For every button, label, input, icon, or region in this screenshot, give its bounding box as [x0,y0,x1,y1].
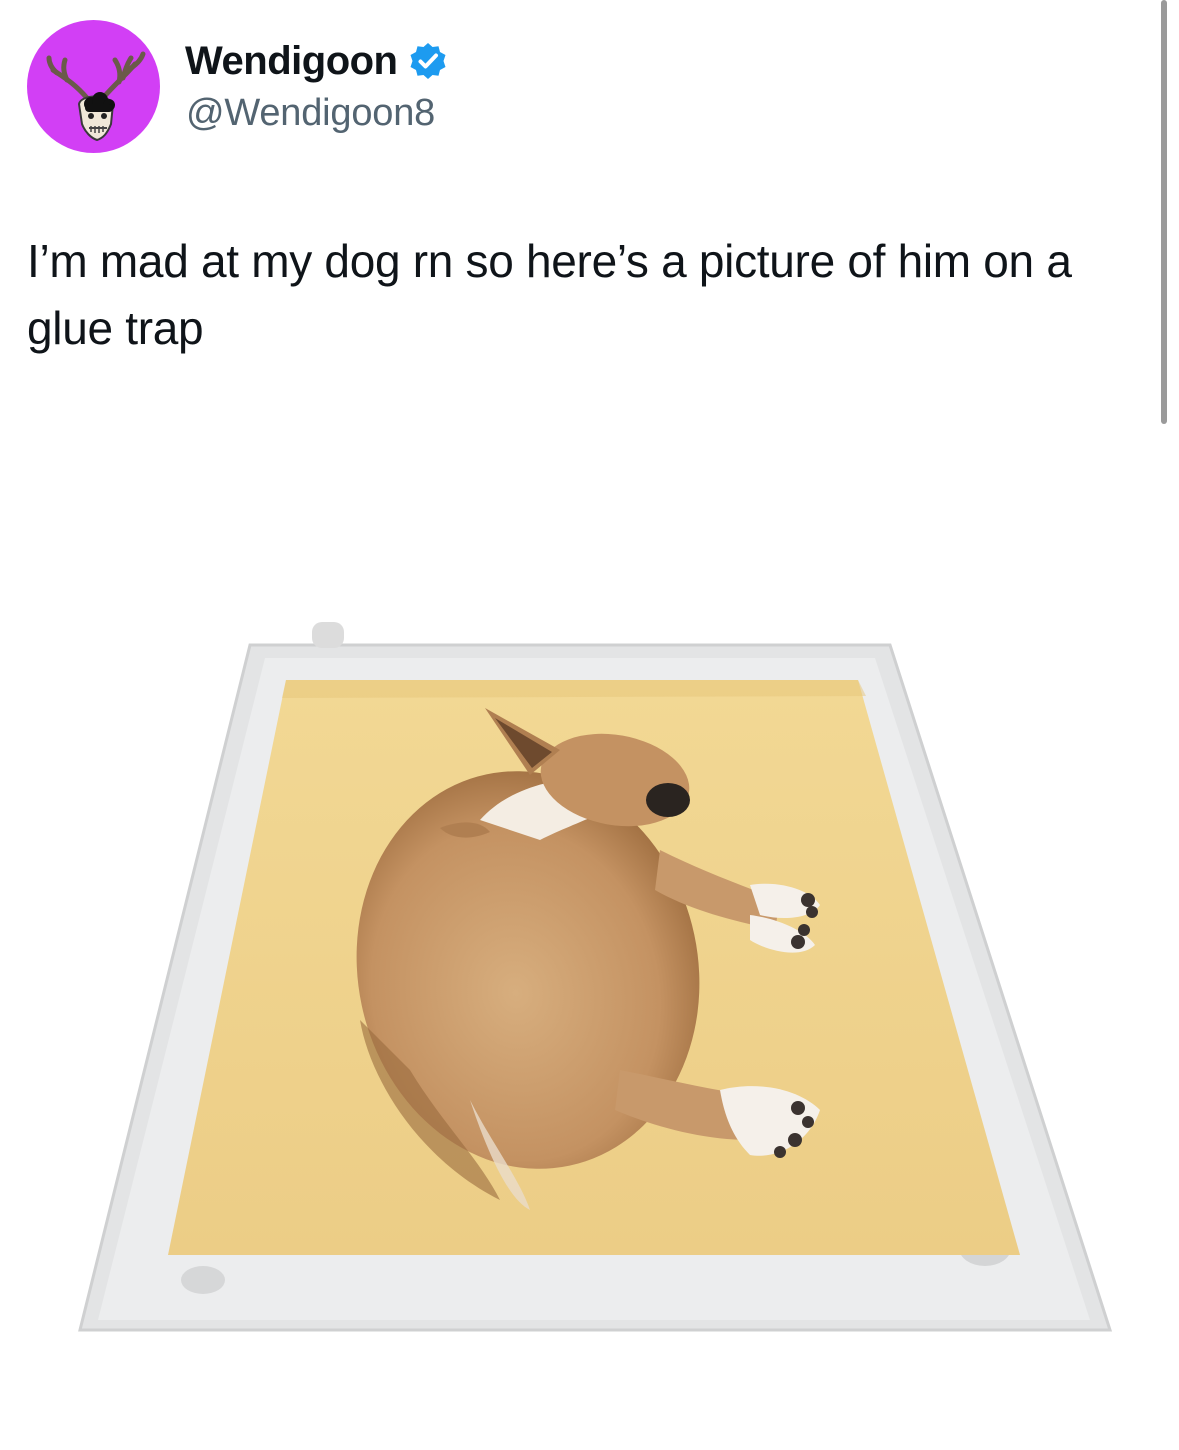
tweet-text: I’m mad at my dog rn so here’s a picture… [27,235,1085,354]
dog-on-glue-trap-image [78,622,1113,1332]
author-display-name[interactable]: Wendigoon [185,39,398,84]
scrollbar-thumb[interactable] [1161,0,1167,424]
author-avatar[interactable] [27,20,160,153]
antlered-skull-icon [46,51,146,142]
author-handle[interactable]: @Wendigoon8 [186,92,435,135]
tweet-media-photo[interactable] [60,600,1140,1400]
verified-badge-icon[interactable] [408,41,448,81]
tweet-card: Wendigoon @Wendigoon8 I’m mad at my dog … [0,0,1179,1450]
author-name-row: Wendigoon [185,36,448,86]
